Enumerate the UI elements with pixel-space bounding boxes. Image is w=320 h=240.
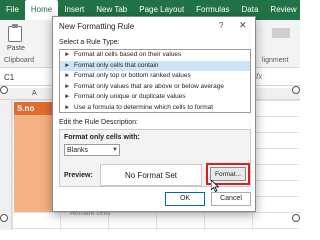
column-header[interactable]: A bbox=[32, 88, 37, 100]
rule-type-item[interactable]: ► Format only values that are above or be… bbox=[60, 82, 250, 93]
resize-handle[interactable] bbox=[0, 214, 8, 222]
tab-review[interactable]: Review bbox=[264, 0, 302, 20]
rule-type-item[interactable]: ► Use a formula to determine which cells … bbox=[60, 103, 250, 114]
chevron-down-icon: ▼ bbox=[112, 147, 118, 153]
row-headers bbox=[0, 100, 12, 230]
rule-type-item[interactable]: ► Format all cells based on their values bbox=[60, 50, 250, 61]
resize-handle[interactable] bbox=[292, 86, 300, 94]
alignment-group-label: lignment bbox=[262, 57, 289, 64]
arrow-icon: ► bbox=[64, 93, 71, 100]
preview-label: Preview: bbox=[64, 172, 93, 179]
format-button[interactable]: Format... bbox=[210, 167, 246, 181]
rule-type-list: ► Format all cells based on their values … bbox=[59, 49, 251, 113]
tab-file[interactable]: File bbox=[0, 0, 25, 20]
resize-handle[interactable] bbox=[0, 86, 8, 94]
rule-type-item-selected[interactable]: ► Format only cells that contain bbox=[60, 60, 250, 71]
paste-icon[interactable] bbox=[8, 24, 22, 42]
cell-condition-dropdown[interactable]: Blanks ▼ bbox=[64, 144, 120, 156]
paste-label[interactable]: Paste bbox=[7, 45, 25, 52]
fx-icon[interactable]: fx bbox=[256, 72, 262, 81]
dialog-title: New Formatting Rule bbox=[59, 22, 135, 31]
close-icon[interactable]: ✕ bbox=[239, 20, 247, 31]
arrow-icon: ► bbox=[64, 61, 71, 69]
name-box[interactable]: C1 bbox=[4, 72, 44, 84]
arrow-icon: ► bbox=[64, 51, 71, 58]
header-cell-sno[interactable]: S.no bbox=[14, 102, 54, 115]
arrow-icon: ► bbox=[64, 103, 71, 111]
help-icon[interactable]: ? bbox=[219, 21, 223, 30]
rule-type-item[interactable]: ► Format only top or bottom ranked values bbox=[60, 71, 250, 82]
cancel-button[interactable]: Cancel bbox=[211, 192, 251, 206]
arrow-icon: ► bbox=[64, 72, 71, 79]
select-rule-type-label: Select a Rule Type: bbox=[59, 39, 120, 46]
resize-handle[interactable] bbox=[292, 214, 300, 222]
preview-box: No Format Set bbox=[100, 164, 202, 186]
format-only-cells-with-label: Format only cells with: bbox=[64, 134, 140, 141]
edit-rule-description-label: Edit the Rule Description: bbox=[59, 119, 138, 126]
alignment-icon[interactable] bbox=[272, 28, 290, 38]
rule-type-item[interactable]: ► Format only unique or duplicate values bbox=[60, 92, 250, 103]
edit-rule-panel: Format only cells with: Blanks ▼ Preview… bbox=[59, 129, 251, 187]
highlighted-column[interactable] bbox=[14, 115, 54, 212]
mouse-cursor-icon bbox=[211, 180, 219, 192]
new-formatting-rule-dialog: New Formatting Rule ? ✕ Select a Rule Ty… bbox=[52, 16, 256, 212]
clipboard-group-label: Clipboard bbox=[4, 57, 34, 64]
ok-button[interactable]: OK bbox=[165, 192, 205, 206]
arrow-icon: ► bbox=[64, 82, 71, 90]
